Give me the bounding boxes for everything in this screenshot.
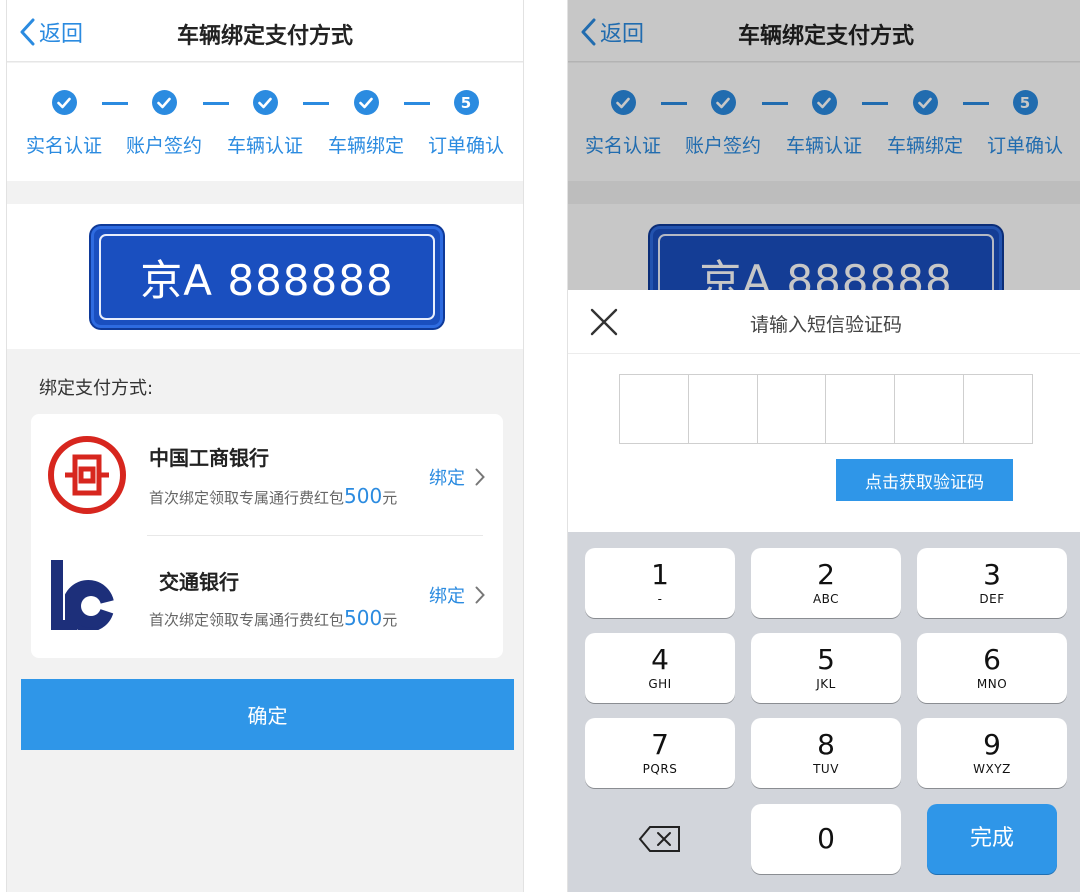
promo-amount: 500	[344, 484, 383, 508]
key-digit: 3	[983, 558, 1001, 591]
get-code-button[interactable]: 点击获取验证码	[836, 459, 1013, 501]
code-input[interactable]	[619, 374, 1033, 444]
bocom-logo-icon	[51, 560, 115, 630]
key-digit: 1	[651, 558, 669, 591]
key-digit: 7	[651, 728, 669, 761]
promo-unit: 元	[382, 611, 398, 629]
chevron-right-icon	[475, 468, 485, 486]
key-digit: 8	[817, 728, 835, 761]
section-title: 绑定支付方式:	[39, 378, 154, 399]
step-2: 账户签约	[114, 90, 214, 158]
key-digit: 0	[817, 822, 835, 855]
sms-verification-screen: 返回 车辆绑定支付方式 实名认证 账户签约 车辆认证 车辆绑定 5 订单确认 京…	[567, 0, 1080, 892]
bind-payment-screen: 返回 车辆绑定支付方式 实名认证 账户签约 车辆认证 车辆绑定 5 订单确认 京…	[6, 0, 524, 892]
key-9[interactable]: 9 WXYZ	[917, 718, 1067, 788]
key-3[interactable]: 3 DEF	[917, 548, 1067, 618]
bank-list: 中国工商银行 首次绑定领取专属通行费红包500元 绑定 交通银行 首次绑定领取专…	[31, 414, 503, 658]
code-digit-box[interactable]	[620, 375, 689, 443]
key-letters: DEF	[979, 592, 1005, 606]
chevron-right-icon	[475, 586, 485, 604]
page-title: 车辆绑定支付方式	[176, 24, 353, 49]
check-icon	[151, 90, 177, 115]
key-digit: 4	[651, 643, 669, 676]
key-digit: 9	[983, 728, 1001, 761]
key-0[interactable]: 0	[751, 804, 901, 874]
code-digit-box[interactable]	[964, 375, 1032, 443]
bind-button[interactable]: 绑定	[429, 464, 485, 490]
promo-amount: 500	[344, 606, 383, 630]
bind-button[interactable]: 绑定	[429, 582, 485, 608]
modal-overlay[interactable]	[568, 0, 1080, 290]
icbc-logo-icon	[48, 436, 126, 514]
step-label: 车辆认证	[226, 135, 303, 157]
plate-area: 京A 888888	[7, 204, 523, 349]
nav-bar: 返回 车辆绑定支付方式	[7, 0, 523, 62]
bank-name: 中国工商银行	[149, 446, 269, 470]
done-key[interactable]: 完成	[927, 804, 1057, 874]
backspace-key[interactable]	[585, 804, 735, 874]
check-icon	[51, 90, 77, 115]
key-letters: JKL	[816, 677, 836, 691]
key-2[interactable]: 2 ABC	[751, 548, 901, 618]
key-letters: -	[657, 592, 663, 606]
confirm-button[interactable]: 确定	[21, 679, 514, 750]
bank-row-bocom[interactable]: 交通银行 首次绑定领取专属通行费红包500元 绑定	[31, 536, 503, 656]
numeric-keypad: 1- 2 ABC 3 DEF 4 GHI 5 JKL 6 MNO 7 PQRS 8 TUV 9…	[568, 532, 1080, 892]
step-4: 车辆绑定	[316, 90, 416, 158]
done-label: 完成	[969, 826, 1014, 851]
key-letters: MNO	[976, 677, 1008, 691]
step-label: 订单确认	[427, 135, 504, 157]
key-letters: WXYZ	[973, 762, 1011, 776]
key-letters: GHI	[648, 677, 672, 691]
sheet-title: 请输入短信验证码	[749, 314, 902, 336]
bind-label: 绑定	[429, 468, 465, 489]
bank-promo: 首次绑定领取专属通行费红包500元	[149, 606, 397, 630]
key-letters: ABC	[812, 592, 840, 606]
license-plate: 京A 888888	[91, 226, 443, 328]
step-label: 账户签约	[125, 135, 202, 157]
key-7[interactable]: 7 PQRS	[585, 718, 735, 788]
step-3: 车辆认证	[215, 90, 315, 158]
backspace-icon	[638, 826, 680, 852]
sheet-header: 请输入短信验证码	[568, 290, 1080, 354]
step-label: 车辆绑定	[327, 135, 404, 157]
promo-unit: 元	[382, 489, 398, 507]
bind-label: 绑定	[429, 586, 465, 607]
code-digit-box[interactable]	[758, 375, 827, 443]
bank-name: 交通银行	[159, 570, 239, 594]
key-5[interactable]: 5 JKL	[751, 633, 901, 703]
code-digit-box[interactable]	[895, 375, 965, 443]
plate-number: 京A 888888	[99, 234, 435, 320]
step-label: 实名认证	[25, 135, 102, 157]
check-icon	[353, 90, 379, 115]
bank-promo: 首次绑定领取专属通行费红包500元	[149, 484, 397, 508]
key-6[interactable]: 6 MNO	[917, 633, 1067, 703]
code-digit-box[interactable]	[826, 375, 896, 443]
key-digit: 6	[983, 643, 1001, 676]
key-8[interactable]: 8 TUV	[751, 718, 901, 788]
step-5: 5 订单确认	[416, 90, 516, 158]
promo-text: 首次绑定领取专属通行费红包	[149, 489, 345, 507]
key-letters: TUV	[813, 762, 839, 776]
key-letters: PQRS	[642, 762, 678, 776]
promo-text: 首次绑定领取专属通行费红包	[149, 611, 345, 629]
sms-code-sheet: 请输入短信验证码 点击获取验证码 1- 2 ABC 3 DEF 4 GHI 5 JKL …	[568, 290, 1080, 892]
key-digit: 2	[817, 558, 835, 591]
check-icon	[252, 90, 278, 115]
bank-row-icbc[interactable]: 中国工商银行 首次绑定领取专属通行费红包500元 绑定	[31, 414, 503, 534]
step-1: 实名认证	[14, 90, 114, 158]
key-digit: 5	[817, 643, 835, 676]
code-digit-box[interactable]	[689, 375, 758, 443]
key-4[interactable]: 4 GHI	[585, 633, 735, 703]
progress-steps: 实名认证 账户签约 车辆认证 车辆绑定 5 订单确认	[7, 63, 523, 181]
step-number: 5	[453, 90, 479, 115]
key-1[interactable]: 1-	[585, 548, 735, 618]
